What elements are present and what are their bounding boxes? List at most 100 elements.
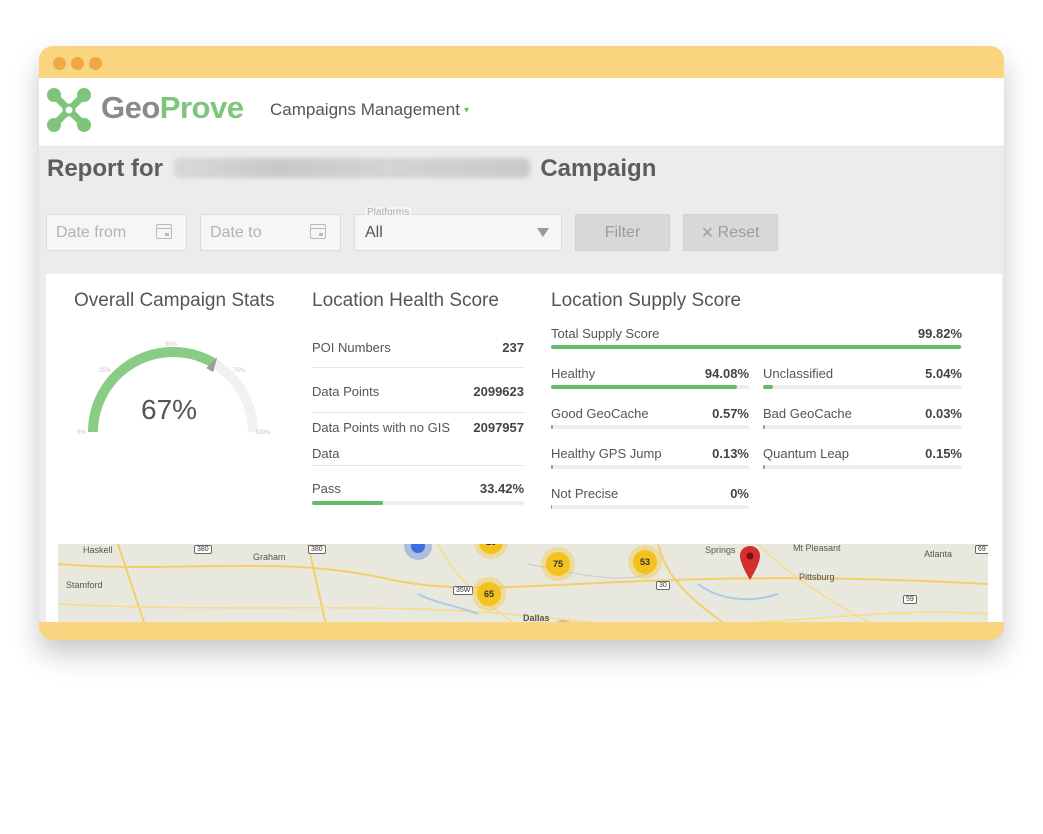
row-value: 0.15% bbox=[925, 446, 962, 461]
page-title: Report for Campaign bbox=[47, 155, 656, 183]
row-label: Healthy bbox=[551, 366, 596, 381]
map-place-label: Graham bbox=[253, 552, 286, 562]
window-titlebar bbox=[39, 46, 1004, 78]
row-label: Total Supply Score bbox=[551, 326, 660, 341]
window-minimize-dot[interactable] bbox=[71, 57, 84, 70]
reset-label: Reset bbox=[717, 224, 760, 241]
overall-stats-title: Overall Campaign Stats bbox=[74, 290, 275, 311]
healthy-progress-bar bbox=[551, 385, 749, 389]
brand-name-part2: Prove bbox=[159, 90, 244, 125]
total-supply-progress-fill bbox=[551, 345, 962, 349]
map-cluster-marker[interactable]: 65 bbox=[477, 582, 501, 606]
geoprove-logo-icon[interactable] bbox=[45, 86, 93, 134]
row-label: Quantum Leap bbox=[763, 446, 850, 461]
brand-name[interactable]: GeoProve bbox=[101, 90, 244, 126]
good-geocache-progress-fill bbox=[551, 425, 553, 429]
row-label: Data Points bbox=[312, 384, 380, 399]
healthy-gps-jump-progress-fill bbox=[551, 465, 553, 469]
calendar-icon[interactable] bbox=[310, 224, 326, 239]
pass-progress-fill bbox=[312, 501, 383, 505]
row-label-continued: Data bbox=[312, 446, 340, 461]
campaigns-management-menu[interactable]: Campaigns Management ▾ bbox=[270, 100, 469, 120]
calendar-icon[interactable] bbox=[156, 224, 172, 239]
row-label: Good GeoCache bbox=[551, 406, 649, 421]
highway-shield: 380 bbox=[194, 545, 212, 554]
map-cluster-marker[interactable]: 75 bbox=[546, 552, 570, 576]
close-icon: × bbox=[701, 222, 714, 244]
row-value: 5.04% bbox=[925, 366, 962, 381]
report-title-prefix: Report for bbox=[47, 155, 163, 182]
row-value: 0% bbox=[730, 486, 749, 501]
highway-shield: 35W bbox=[453, 586, 474, 595]
window-maximize-dot[interactable] bbox=[89, 57, 102, 70]
row-value: 94.08% bbox=[704, 366, 749, 381]
platforms-select[interactable]: Platforms All bbox=[354, 207, 562, 251]
map-cluster-marker[interactable]: 53 bbox=[633, 550, 657, 574]
map-pin-icon[interactable] bbox=[740, 546, 760, 580]
top-navbar: GeoProve Campaigns Management ▾ bbox=[39, 78, 1004, 147]
row-label: Healthy GPS Jump bbox=[551, 446, 662, 461]
health-score-title: Location Health Score bbox=[312, 290, 499, 311]
map-roads bbox=[58, 544, 988, 622]
date-from-input[interactable]: Date from bbox=[46, 214, 187, 251]
row-value: 33.42% bbox=[479, 481, 524, 496]
row-value: 0.03% bbox=[925, 406, 962, 421]
redacted-campaign-name bbox=[173, 158, 530, 178]
window-close-dot[interactable] bbox=[53, 57, 66, 70]
bad-geocache-progress-bar bbox=[763, 425, 962, 429]
row-label: Data Points with no GIS bbox=[312, 420, 451, 435]
map-place-label: Atlanta bbox=[924, 549, 953, 559]
platforms-value: All bbox=[365, 224, 383, 241]
not-precise-progress-bar bbox=[551, 505, 749, 509]
app-viewport: GeoProve Campaigns Management ▾ Report fo… bbox=[39, 78, 1004, 622]
platforms-label: Platforms bbox=[365, 207, 412, 218]
unclassified-progress-bar bbox=[763, 385, 962, 389]
filter-button[interactable]: Filter bbox=[575, 214, 670, 251]
total-supply-progress-bar bbox=[551, 345, 962, 349]
bad-geocache-progress-fill bbox=[763, 425, 765, 429]
gauge-tick-label: 0% bbox=[77, 430, 86, 436]
supply-score-title: Location Supply Score bbox=[551, 290, 742, 311]
overall-score-value: 67% bbox=[141, 394, 198, 425]
row-label: Pass bbox=[312, 481, 341, 496]
row-label: Not Precise bbox=[551, 486, 619, 501]
map-place-label: Stamford bbox=[66, 580, 103, 590]
map-place-label: Pittsburg bbox=[799, 572, 835, 582]
pass-progress-bar bbox=[312, 501, 524, 505]
dropdown-arrow-icon bbox=[537, 228, 549, 237]
row-value: 2099623 bbox=[473, 384, 524, 399]
quantum-leap-progress-fill bbox=[763, 465, 765, 469]
highway-shield: 30 bbox=[656, 581, 670, 590]
highway-shield: 59 bbox=[903, 595, 917, 604]
health-row-no-gis: Data Points with no GIS Data 2097957 bbox=[312, 420, 524, 461]
map-place-label: Mt Pleasant bbox=[793, 544, 841, 553]
divider bbox=[312, 465, 524, 466]
row-value: 0.13% bbox=[712, 446, 749, 461]
row-label: Unclassified bbox=[763, 366, 834, 381]
row-value: 2097957 bbox=[473, 420, 524, 435]
divider bbox=[312, 367, 524, 368]
healthy-gps-jump-progress-bar bbox=[551, 465, 749, 469]
browser-window: GeoProve Campaigns Management ▾ Report fo… bbox=[39, 46, 1004, 640]
chevron-down-icon: ▾ bbox=[463, 105, 469, 117]
row-value: 0.57% bbox=[712, 406, 749, 421]
highway-shield: 69 bbox=[975, 545, 988, 554]
row-value: 99.82% bbox=[917, 326, 962, 341]
stats-card: Overall Campaign Stats 0% 25% 50% 75% 10… bbox=[46, 274, 1002, 622]
gauge-tick-label: 50% bbox=[165, 342, 178, 348]
map-place-label: Dallas bbox=[523, 613, 550, 622]
report-title-suffix: Campaign bbox=[540, 155, 657, 182]
unclassified-progress-fill bbox=[763, 385, 774, 389]
highway-shield: 380 bbox=[308, 545, 326, 554]
map-place-label: Haskell bbox=[83, 545, 113, 555]
reset-button[interactable]: × Reset bbox=[683, 214, 778, 251]
date-from-placeholder: Date from bbox=[56, 224, 127, 241]
campaign-map[interactable]: Haskell Graham Stamford Springs Mt Pleas… bbox=[58, 544, 988, 622]
row-label: POI Numbers bbox=[312, 340, 391, 355]
gauge-tick-label: 25% bbox=[99, 368, 112, 374]
healthy-progress-fill bbox=[551, 385, 738, 389]
campaigns-management-label: Campaigns Management bbox=[270, 100, 460, 119]
date-to-input[interactable]: Date to bbox=[200, 214, 341, 251]
overall-gauge: 0% 25% 50% 75% 100% bbox=[77, 342, 271, 436]
gauge-tick-label: 75% bbox=[233, 368, 246, 374]
